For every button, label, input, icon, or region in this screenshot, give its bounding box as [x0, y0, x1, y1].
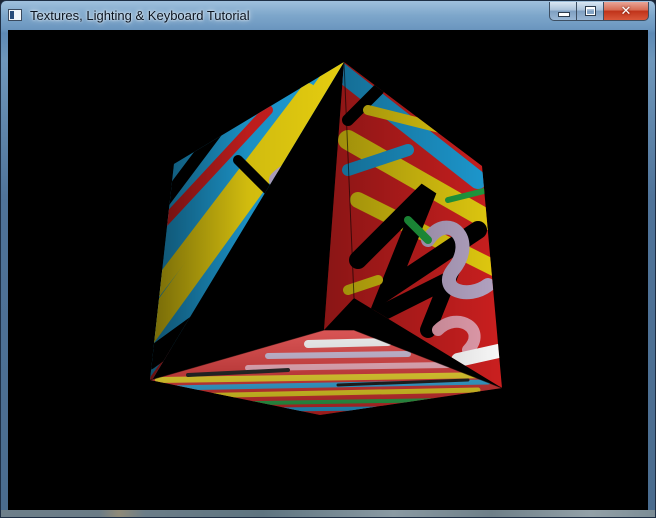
- app-window: Textures, Lighting & Keyboard Tutorial ✕: [0, 0, 656, 518]
- maximize-button[interactable]: [576, 2, 603, 21]
- close-button[interactable]: ✕: [603, 2, 649, 21]
- window-title: Textures, Lighting & Keyboard Tutorial: [30, 8, 250, 23]
- maximize-icon: [585, 6, 596, 16]
- cube-render: [149, 61, 503, 415]
- window-bottom-border: [1, 510, 655, 517]
- close-icon: ✕: [620, 3, 632, 18]
- minimize-button[interactable]: [549, 2, 576, 21]
- title-bar[interactable]: Textures, Lighting & Keyboard Tutorial ✕: [1, 1, 655, 31]
- minimize-icon: [558, 12, 570, 17]
- application-window-icon[interactable]: [8, 9, 22, 21]
- window-controls: ✕: [549, 2, 649, 21]
- opengl-canvas[interactable]: [8, 30, 648, 510]
